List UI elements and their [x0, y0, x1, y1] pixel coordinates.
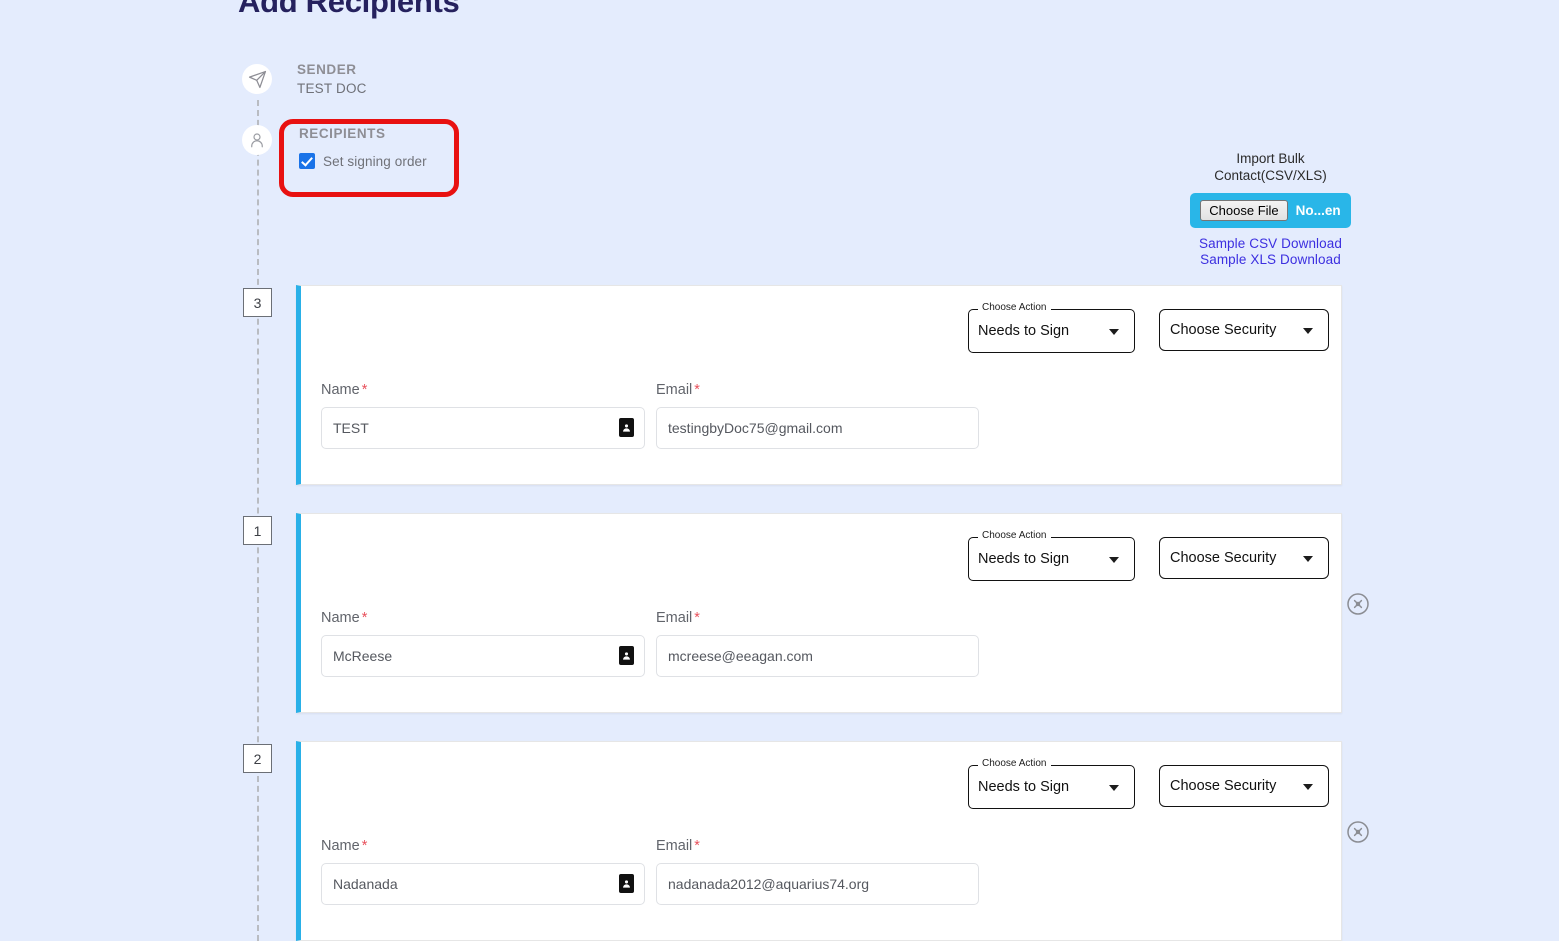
recipient-card: Choose ActionNeeds to SignChoose Securit… [296, 285, 1342, 485]
name-input-value: TEST [333, 420, 369, 436]
email-input-value: mcreese@eeagan.com [668, 648, 813, 664]
paper-plane-icon [242, 64, 272, 94]
name-field-label: Name* [321, 382, 367, 398]
recipient-card: Choose ActionNeeds to SignChoose Securit… [296, 741, 1342, 941]
email-input-value: nadanada2012@aquarius74.org [668, 876, 869, 892]
chevron-down-icon [1303, 784, 1313, 790]
import-bulk-block: Import Bulk Contact(CSV/XLS) Choose File… [1183, 150, 1358, 267]
signing-order-badge: 2 [243, 744, 272, 773]
name-input[interactable]: McReese [321, 635, 645, 677]
choose-security-value: Choose Security [1170, 778, 1276, 794]
file-status-text: No...en [1296, 203, 1341, 218]
name-field-label: Name* [321, 610, 367, 626]
recipient-card: Choose ActionNeeds to SignChoose Securit… [296, 513, 1342, 713]
email-field-label: Email* [656, 382, 700, 398]
recipients-block: RECIPIENTS Set signing order [299, 126, 427, 169]
choose-action-legend: Choose Action [978, 302, 1051, 313]
sender-heading: SENDER [297, 62, 367, 77]
choose-file-button[interactable]: Choose File [1200, 200, 1287, 221]
signing-order-badge: 1 [243, 516, 272, 545]
choose-security-select[interactable]: Choose Security [1159, 537, 1329, 579]
add-recipients-page: Add Recipients SENDER TEST DOC RECIPIENT… [0, 0, 1559, 941]
chevron-down-icon [1303, 556, 1313, 562]
import-bulk-title: Import Bulk Contact(CSV/XLS) [1183, 150, 1358, 184]
email-input-value: testingbyDoc75@gmail.com [668, 420, 843, 436]
person-icon [242, 125, 272, 155]
chevron-down-icon [1303, 328, 1313, 334]
chevron-down-icon [1109, 329, 1119, 335]
sender-name: TEST DOC [297, 81, 367, 96]
choose-action-select[interactable]: Choose ActionNeeds to Sign [968, 309, 1135, 353]
choose-security-select[interactable]: Choose Security [1159, 765, 1329, 807]
choose-action-value: Needs to Sign [978, 779, 1069, 795]
sender-block: SENDER TEST DOC [297, 62, 367, 96]
set-signing-order-label: Set signing order [323, 154, 427, 169]
email-field-label: Email* [656, 610, 700, 626]
choose-action-value: Needs to Sign [978, 551, 1069, 567]
choose-security-select[interactable]: Choose Security [1159, 309, 1329, 351]
email-input[interactable]: nadanada2012@aquarius74.org [656, 863, 979, 905]
choose-action-select[interactable]: Choose ActionNeeds to Sign [968, 537, 1135, 581]
name-input[interactable]: TEST [321, 407, 645, 449]
signing-order-badge: 3 [243, 288, 272, 317]
email-input[interactable]: testingbyDoc75@gmail.com [656, 407, 979, 449]
chevron-down-icon [1109, 785, 1119, 791]
choose-action-value: Needs to Sign [978, 323, 1069, 339]
email-input[interactable]: mcreese@eeagan.com [656, 635, 979, 677]
contact-book-icon[interactable] [619, 418, 634, 437]
name-input-value: McReese [333, 648, 392, 664]
choose-security-value: Choose Security [1170, 550, 1276, 566]
choose-security-value: Choose Security [1170, 322, 1276, 338]
page-title: Add Recipients [238, 0, 459, 20]
name-input[interactable]: Nadanada [321, 863, 645, 905]
set-signing-order-row[interactable]: Set signing order [299, 153, 427, 169]
email-field-label: Email* [656, 838, 700, 854]
contact-book-icon[interactable] [619, 874, 634, 893]
choose-action-legend: Choose Action [978, 530, 1051, 541]
recipients-heading: RECIPIENTS [299, 126, 427, 141]
set-signing-order-checkbox[interactable] [299, 153, 315, 169]
remove-recipient-button[interactable] [1346, 592, 1370, 616]
contact-book-icon[interactable] [619, 646, 634, 665]
choose-action-legend: Choose Action [978, 758, 1051, 769]
remove-recipient-button[interactable] [1346, 820, 1370, 844]
name-input-value: Nadanada [333, 876, 398, 892]
name-field-label: Name* [321, 838, 367, 854]
sample-csv-download-link[interactable]: Sample CSV Download [1183, 236, 1358, 251]
chevron-down-icon [1109, 557, 1119, 563]
sample-xls-download-link[interactable]: Sample XLS Download [1183, 252, 1358, 267]
choose-action-select[interactable]: Choose ActionNeeds to Sign [968, 765, 1135, 809]
import-file-input[interactable]: Choose File No...en [1190, 193, 1350, 228]
